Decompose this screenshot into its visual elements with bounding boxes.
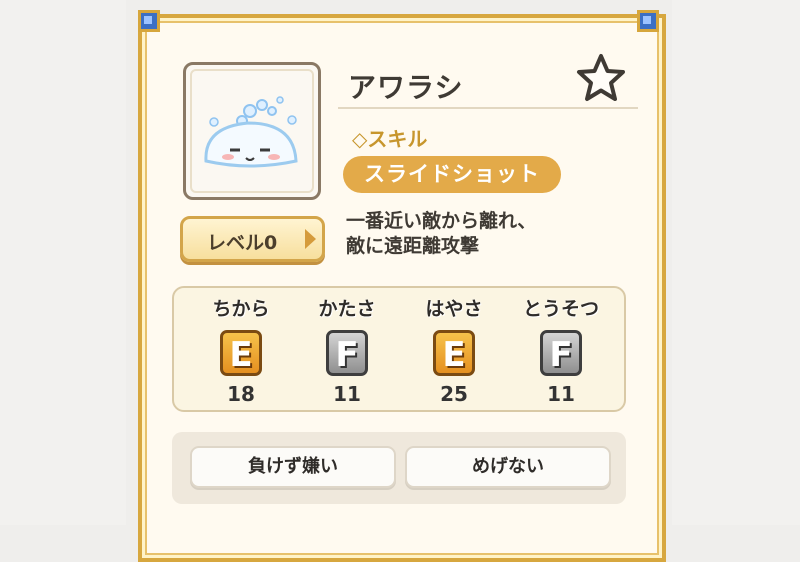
traits-panel: 負けず嫌い めげない	[172, 432, 626, 504]
frame-corner-gem-icon	[138, 10, 160, 32]
stat-rank-badge: F	[540, 330, 582, 376]
frame-corner-gem-icon	[637, 10, 659, 32]
character-name: アワラシ	[348, 71, 464, 104]
character-portrait[interactable]	[183, 62, 321, 200]
stat-name: ちから	[212, 298, 270, 320]
chevron-right-icon	[305, 229, 316, 249]
skill-heading: ◇スキル	[352, 127, 428, 151]
stat-value: 11	[547, 382, 575, 406]
skill-name-badge[interactable]: スライドショット	[343, 156, 561, 193]
skill-description: 一番近い敵から離れ、 敵に遠距離攻撃	[346, 210, 537, 257]
level-label: レベル0	[207, 232, 278, 254]
stat-name: はやさ	[425, 298, 483, 320]
stat-value: 25	[440, 382, 468, 406]
stats-panel: ちから E 18 かたさ F 11 はやさ E 25 とうそつ F 11	[172, 286, 626, 412]
stat-rank-badge: F	[326, 330, 368, 376]
stat-name: かたさ	[318, 298, 376, 320]
background-panel-left	[0, 0, 126, 525]
stat-rank-badge: E	[433, 330, 475, 376]
stat-name: とうそつ	[522, 298, 599, 320]
level-button[interactable]: レベル0	[180, 216, 325, 262]
favorite-button[interactable]	[572, 52, 630, 104]
name-divider	[338, 107, 638, 109]
stat-value: 18	[227, 382, 255, 406]
slime-character-icon	[204, 96, 298, 168]
star-icon	[577, 54, 625, 101]
background-panel-right	[672, 0, 800, 525]
stat-rank-badge: E	[220, 330, 262, 376]
trait-button-competitive[interactable]: 負けず嫌い	[190, 446, 396, 488]
stat-value: 11	[333, 382, 361, 406]
trait-button-resilient[interactable]: めげない	[405, 446, 611, 488]
